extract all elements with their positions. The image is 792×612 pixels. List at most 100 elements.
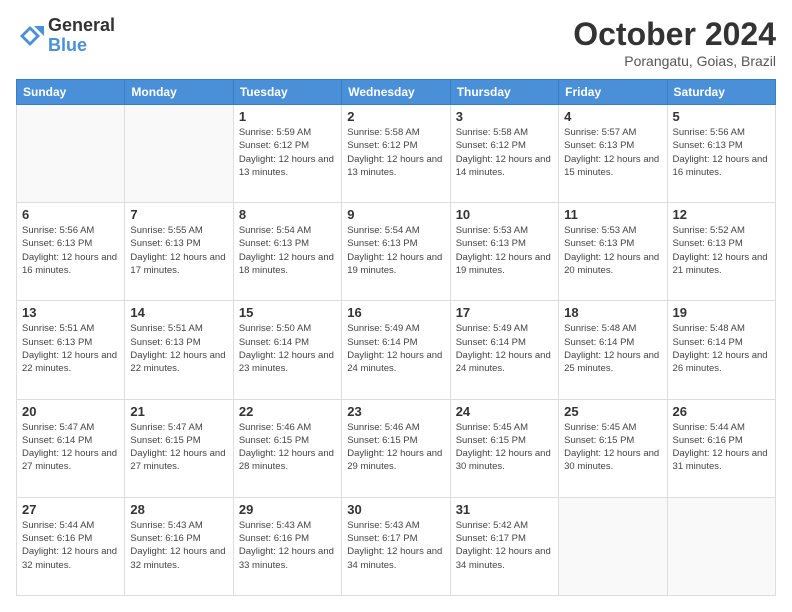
day-info: Sunrise: 5:50 AM Sunset: 6:14 PM Dayligh… [239, 322, 336, 375]
day-number: 19 [673, 305, 770, 320]
day-info: Sunrise: 5:56 AM Sunset: 6:13 PM Dayligh… [22, 224, 119, 277]
day-number: 21 [130, 404, 227, 419]
logo-general-text: General [48, 16, 115, 36]
calendar-cell: 9 Sunrise: 5:54 AM Sunset: 6:13 PM Daylig… [342, 203, 450, 301]
day-info: Sunrise: 5:49 AM Sunset: 6:14 PM Dayligh… [456, 322, 553, 375]
calendar-cell: 1Sunrise: 5:59 AM Sunset: 6:12 PM Daylig… [233, 105, 341, 203]
day-info: Sunrise: 5:58 AM Sunset: 6:12 PM Dayligh… [456, 126, 553, 179]
header: General Blue October 2024 Porangatu, Goi… [16, 16, 776, 69]
calendar-week-row: 27 Sunrise: 5:44 AM Sunset: 6:16 PM Dayli… [17, 497, 776, 595]
calendar-cell: 11 Sunrise: 5:53 AM Sunset: 6:13 PM Dayli… [559, 203, 667, 301]
calendar-cell: 4 Sunrise: 5:57 AM Sunset: 6:13 PM Daylig… [559, 105, 667, 203]
calendar-cell: 30 Sunrise: 5:43 AM Sunset: 6:17 PM Dayli… [342, 497, 450, 595]
day-info: Sunrise: 5:51 AM Sunset: 6:13 PM Dayligh… [22, 322, 119, 375]
calendar-week-row: 20 Sunrise: 5:47 AM Sunset: 6:14 PM Dayli… [17, 399, 776, 497]
title-section: October 2024 Porangatu, Goias, Brazil [573, 16, 776, 69]
calendar-cell [17, 105, 125, 203]
calendar-cell: 19 Sunrise: 5:48 AM Sunset: 6:14 PM Dayli… [667, 301, 775, 399]
calendar-header-row: SundayMondayTuesdayWednesdayThursdayFrid… [17, 80, 776, 105]
calendar-cell [125, 105, 233, 203]
calendar-day-header: Wednesday [342, 80, 450, 105]
day-number: 11 [564, 207, 661, 222]
day-info: Sunrise: 5:48 AM Sunset: 6:14 PM Dayligh… [673, 322, 770, 375]
day-info: Sunrise: 5:59 AM Sunset: 6:12 PM Dayligh… [239, 126, 336, 179]
day-number: 17 [456, 305, 553, 320]
calendar-day-header: Thursday [450, 80, 558, 105]
calendar-cell: 28 Sunrise: 5:43 AM Sunset: 6:16 PM Dayli… [125, 497, 233, 595]
day-info: Sunrise: 5:52 AM Sunset: 6:13 PM Dayligh… [673, 224, 770, 277]
calendar-cell: 24Sunrise: 5:45 AM Sunset: 6:15 PM Dayli… [450, 399, 558, 497]
calendar-cell: 10 Sunrise: 5:53 AM Sunset: 6:13 PM Dayli… [450, 203, 558, 301]
calendar-cell: 7 Sunrise: 5:55 AM Sunset: 6:13 PM Daylig… [125, 203, 233, 301]
day-number: 23 [347, 404, 444, 419]
day-info: Sunrise: 5:47 AM Sunset: 6:14 PM Dayligh… [22, 421, 119, 474]
day-info: Sunrise: 5:54 AM Sunset: 6:13 PM Dayligh… [347, 224, 444, 277]
calendar-week-row: 1Sunrise: 5:59 AM Sunset: 6:12 PM Daylig… [17, 105, 776, 203]
day-number: 26 [673, 404, 770, 419]
day-info: Sunrise: 5:58 AM Sunset: 6:12 PM Dayligh… [347, 126, 444, 179]
day-number: 20 [22, 404, 119, 419]
day-info: Sunrise: 5:48 AM Sunset: 6:14 PM Dayligh… [564, 322, 661, 375]
day-number: 10 [456, 207, 553, 222]
calendar-day-header: Monday [125, 80, 233, 105]
day-number: 13 [22, 305, 119, 320]
day-number: 7 [130, 207, 227, 222]
day-info: Sunrise: 5:54 AM Sunset: 6:13 PM Dayligh… [239, 224, 336, 277]
day-info: Sunrise: 5:56 AM Sunset: 6:13 PM Dayligh… [673, 126, 770, 179]
day-info: Sunrise: 5:46 AM Sunset: 6:15 PM Dayligh… [239, 421, 336, 474]
calendar-table: SundayMondayTuesdayWednesdayThursdayFrid… [16, 79, 776, 596]
day-number: 27 [22, 502, 119, 517]
page: General Blue October 2024 Porangatu, Goi… [0, 0, 792, 612]
day-info: Sunrise: 5:46 AM Sunset: 6:15 PM Dayligh… [347, 421, 444, 474]
calendar-cell: 23 Sunrise: 5:46 AM Sunset: 6:15 PM Dayli… [342, 399, 450, 497]
day-info: Sunrise: 5:43 AM Sunset: 6:16 PM Dayligh… [239, 519, 336, 572]
calendar-cell [667, 497, 775, 595]
calendar-cell: 13 Sunrise: 5:51 AM Sunset: 6:13 PM Dayli… [17, 301, 125, 399]
logo-icon [16, 22, 44, 50]
month-title: October 2024 [573, 16, 776, 53]
day-info: Sunrise: 5:47 AM Sunset: 6:15 PM Dayligh… [130, 421, 227, 474]
day-number: 12 [673, 207, 770, 222]
logo-text: General Blue [48, 16, 115, 56]
calendar-cell: 21 Sunrise: 5:47 AM Sunset: 6:15 PM Dayli… [125, 399, 233, 497]
day-info: Sunrise: 5:44 AM Sunset: 6:16 PM Dayligh… [22, 519, 119, 572]
logo-blue-text: Blue [48, 36, 115, 56]
calendar-cell: 8 Sunrise: 5:54 AM Sunset: 6:13 PM Daylig… [233, 203, 341, 301]
calendar-cell: 31Sunrise: 5:42 AM Sunset: 6:17 PM Dayli… [450, 497, 558, 595]
day-number: 25 [564, 404, 661, 419]
calendar-cell: 20 Sunrise: 5:47 AM Sunset: 6:14 PM Dayli… [17, 399, 125, 497]
calendar-cell: 27 Sunrise: 5:44 AM Sunset: 6:16 PM Dayli… [17, 497, 125, 595]
day-number: 14 [130, 305, 227, 320]
day-number: 8 [239, 207, 336, 222]
calendar-cell: 15 Sunrise: 5:50 AM Sunset: 6:14 PM Dayli… [233, 301, 341, 399]
day-info: Sunrise: 5:53 AM Sunset: 6:13 PM Dayligh… [564, 224, 661, 277]
day-number: 15 [239, 305, 336, 320]
day-number: 5 [673, 109, 770, 124]
day-info: Sunrise: 5:43 AM Sunset: 6:17 PM Dayligh… [347, 519, 444, 572]
day-info: Sunrise: 5:53 AM Sunset: 6:13 PM Dayligh… [456, 224, 553, 277]
day-info: Sunrise: 5:51 AM Sunset: 6:13 PM Dayligh… [130, 322, 227, 375]
day-number: 22 [239, 404, 336, 419]
day-info: Sunrise: 5:57 AM Sunset: 6:13 PM Dayligh… [564, 126, 661, 179]
day-number: 3 [456, 109, 553, 124]
calendar-day-header: Saturday [667, 80, 775, 105]
calendar-cell: 22 Sunrise: 5:46 AM Sunset: 6:15 PM Dayli… [233, 399, 341, 497]
day-number: 30 [347, 502, 444, 517]
day-number: 28 [130, 502, 227, 517]
calendar-cell: 14 Sunrise: 5:51 AM Sunset: 6:13 PM Dayli… [125, 301, 233, 399]
calendar-day-header: Friday [559, 80, 667, 105]
day-info: Sunrise: 5:45 AM Sunset: 6:15 PM Dayligh… [564, 421, 661, 474]
calendar-cell [559, 497, 667, 595]
day-number: 4 [564, 109, 661, 124]
day-info: Sunrise: 5:43 AM Sunset: 6:16 PM Dayligh… [130, 519, 227, 572]
calendar-cell: 3 Sunrise: 5:58 AM Sunset: 6:12 PM Daylig… [450, 105, 558, 203]
logo: General Blue [16, 16, 115, 56]
calendar-cell: 25 Sunrise: 5:45 AM Sunset: 6:15 PM Dayli… [559, 399, 667, 497]
calendar-cell: 16Sunrise: 5:49 AM Sunset: 6:14 PM Dayli… [342, 301, 450, 399]
day-number: 9 [347, 207, 444, 222]
calendar-week-row: 13 Sunrise: 5:51 AM Sunset: 6:13 PM Dayli… [17, 301, 776, 399]
calendar-cell: 17 Sunrise: 5:49 AM Sunset: 6:14 PM Dayli… [450, 301, 558, 399]
day-info: Sunrise: 5:55 AM Sunset: 6:13 PM Dayligh… [130, 224, 227, 277]
day-number: 31 [456, 502, 553, 517]
calendar-cell: 29Sunrise: 5:43 AM Sunset: 6:16 PM Dayli… [233, 497, 341, 595]
